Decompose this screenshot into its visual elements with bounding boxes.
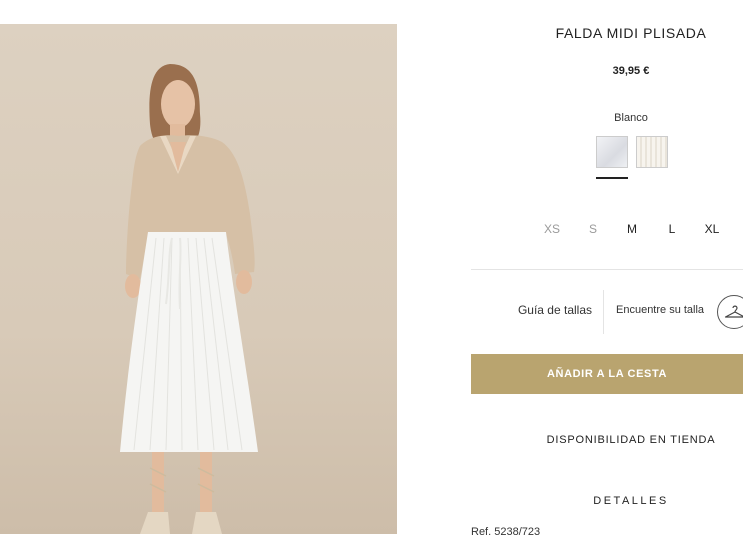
add-to-cart-button[interactable]: AÑADIR A LA CESTA bbox=[471, 354, 743, 394]
product-photo[interactable] bbox=[0, 24, 397, 534]
vertical-divider bbox=[603, 290, 604, 334]
divider bbox=[471, 269, 743, 270]
size-option-xs[interactable]: XS bbox=[537, 222, 567, 236]
product-title: FALDA MIDI PLISADA bbox=[555, 25, 707, 41]
size-option-s[interactable]: S bbox=[578, 222, 608, 236]
find-size-button[interactable] bbox=[717, 295, 743, 329]
size-selector: XS S M L XL bbox=[530, 222, 730, 238]
color-name: Blanco bbox=[614, 112, 648, 124]
details-heading[interactable]: DETALLES bbox=[520, 495, 742, 507]
size-option-xl[interactable]: XL bbox=[697, 222, 727, 236]
model-illustration bbox=[120, 64, 258, 534]
selected-swatch-indicator bbox=[596, 177, 628, 179]
size-option-l[interactable]: L bbox=[657, 222, 687, 236]
find-size-link[interactable]: Encuentre su talla bbox=[616, 304, 704, 316]
product-reference: Ref. 5238/723 bbox=[471, 526, 541, 538]
size-guide-link[interactable]: Guía de tallas bbox=[490, 303, 592, 317]
size-option-m[interactable]: M bbox=[617, 222, 647, 236]
product-price: 39,95 € bbox=[612, 65, 650, 77]
color-swatch-blanco[interactable] bbox=[596, 136, 628, 168]
store-availability-link[interactable]: DISPONIBILIDAD EN TIENDA bbox=[520, 434, 742, 446]
color-swatch-ivory[interactable] bbox=[636, 136, 668, 168]
hanger-icon bbox=[724, 305, 743, 318]
